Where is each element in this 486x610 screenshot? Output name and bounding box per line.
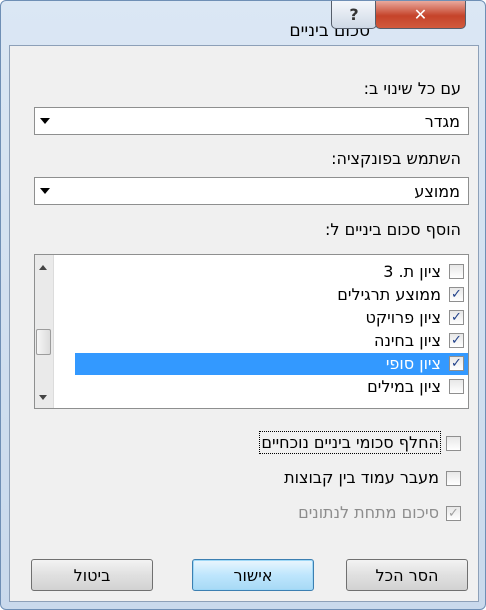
function-combo[interactable]: ממוצע <box>34 177 469 205</box>
check-mark-icon: ✓ <box>451 356 462 371</box>
help-button[interactable]: ? <box>331 1 377 29</box>
scroll-down-icon[interactable] <box>39 395 47 400</box>
subtotal-dialog: סכום ביניים ? ✕ עם כל שינוי ב: מגדר השתמ… <box>0 0 486 610</box>
scroll-up-icon[interactable] <box>39 265 47 270</box>
add-subtotal-label: הוסף סכום ביניים ל: <box>325 220 461 239</box>
use-function-label: השתמש בפונקציה: <box>331 149 461 168</box>
list-item-checkbox[interactable]: ✓ <box>449 310 464 325</box>
list-item-label: ציון סופי <box>385 354 441 373</box>
chevron-down-icon[interactable] <box>35 178 55 204</box>
list-item-selected[interactable]: ✓ ציון סופי <box>75 353 468 375</box>
list-item[interactable]: ציון במילים <box>75 376 468 398</box>
summary-below-checkbox: ✓ <box>446 506 461 521</box>
at-each-change-combo[interactable]: מגדר <box>34 107 469 135</box>
page-break-label: מעבר עמוד בין קבוצות <box>284 468 439 487</box>
ok-button[interactable]: אישור <box>192 559 314 591</box>
list-item-checkbox[interactable] <box>449 264 464 279</box>
check-mark-icon: ✓ <box>451 287 462 302</box>
list-item-checkbox[interactable]: ✓ <box>449 356 464 371</box>
summary-below-label: סיכום מתחת לנתונים <box>298 503 439 522</box>
chevron-down-icon[interactable] <box>35 108 55 134</box>
cancel-button[interactable]: ביטול <box>31 559 153 591</box>
columns-list[interactable]: ציון ת. 3 ✓ ממוצע תרגילים ✓ ציון פרויקט … <box>34 254 469 409</box>
list-item-label: ציון במילים <box>367 377 441 396</box>
replace-current-label: החלף סכומי ביניים נוכחיים <box>259 431 441 454</box>
replace-current-option[interactable]: החלף סכומי ביניים נוכחיים <box>161 431 461 455</box>
list-item-checkbox[interactable]: ✓ <box>449 287 464 302</box>
remove-all-button[interactable]: הסר הכל <box>346 559 468 591</box>
close-button[interactable]: ✕ <box>375 1 466 29</box>
list-item[interactable]: ✓ ממוצע תרגילים <box>75 284 468 306</box>
page-break-checkbox[interactable] <box>446 471 461 486</box>
dialog-body: עם כל שינוי ב: מגדר השתמש בפונקציה: ממוצ… <box>9 45 479 602</box>
function-value: ממוצע <box>414 182 460 201</box>
help-icon: ? <box>349 5 359 24</box>
scroll-thumb[interactable] <box>36 329 51 355</box>
at-each-change-value: מגדר <box>424 112 460 131</box>
page-break-option[interactable]: מעבר עמוד בין קבוצות <box>161 468 461 490</box>
title-bar[interactable]: סכום ביניים ? ✕ <box>1 1 485 45</box>
list-item[interactable]: ✓ ציון בחינה <box>75 330 468 352</box>
list-item[interactable]: ציון ת. 3 <box>75 261 468 283</box>
list-item-label: ממוצע תרגילים <box>337 285 441 304</box>
list-item[interactable]: ✓ ציון פרויקט <box>75 307 468 329</box>
close-icon: ✕ <box>413 5 428 24</box>
list-item-checkbox[interactable] <box>449 379 464 394</box>
list-item-checkbox[interactable]: ✓ <box>449 333 464 348</box>
at-each-change-label: עם כל שינוי ב: <box>363 79 461 98</box>
list-item-label: ציון ת. 3 <box>383 262 441 281</box>
check-mark-icon: ✓ <box>451 310 462 325</box>
replace-current-checkbox[interactable] <box>446 436 461 451</box>
check-mark-icon: ✓ <box>448 506 459 521</box>
list-item-label: ציון בחינה <box>373 331 441 350</box>
list-scrollbar[interactable] <box>35 255 54 408</box>
summary-below-option: ✓ סיכום מתחת לנתונים <box>161 503 461 525</box>
check-mark-icon: ✓ <box>451 333 462 348</box>
list-item-label: ציון פרויקט <box>365 308 441 327</box>
